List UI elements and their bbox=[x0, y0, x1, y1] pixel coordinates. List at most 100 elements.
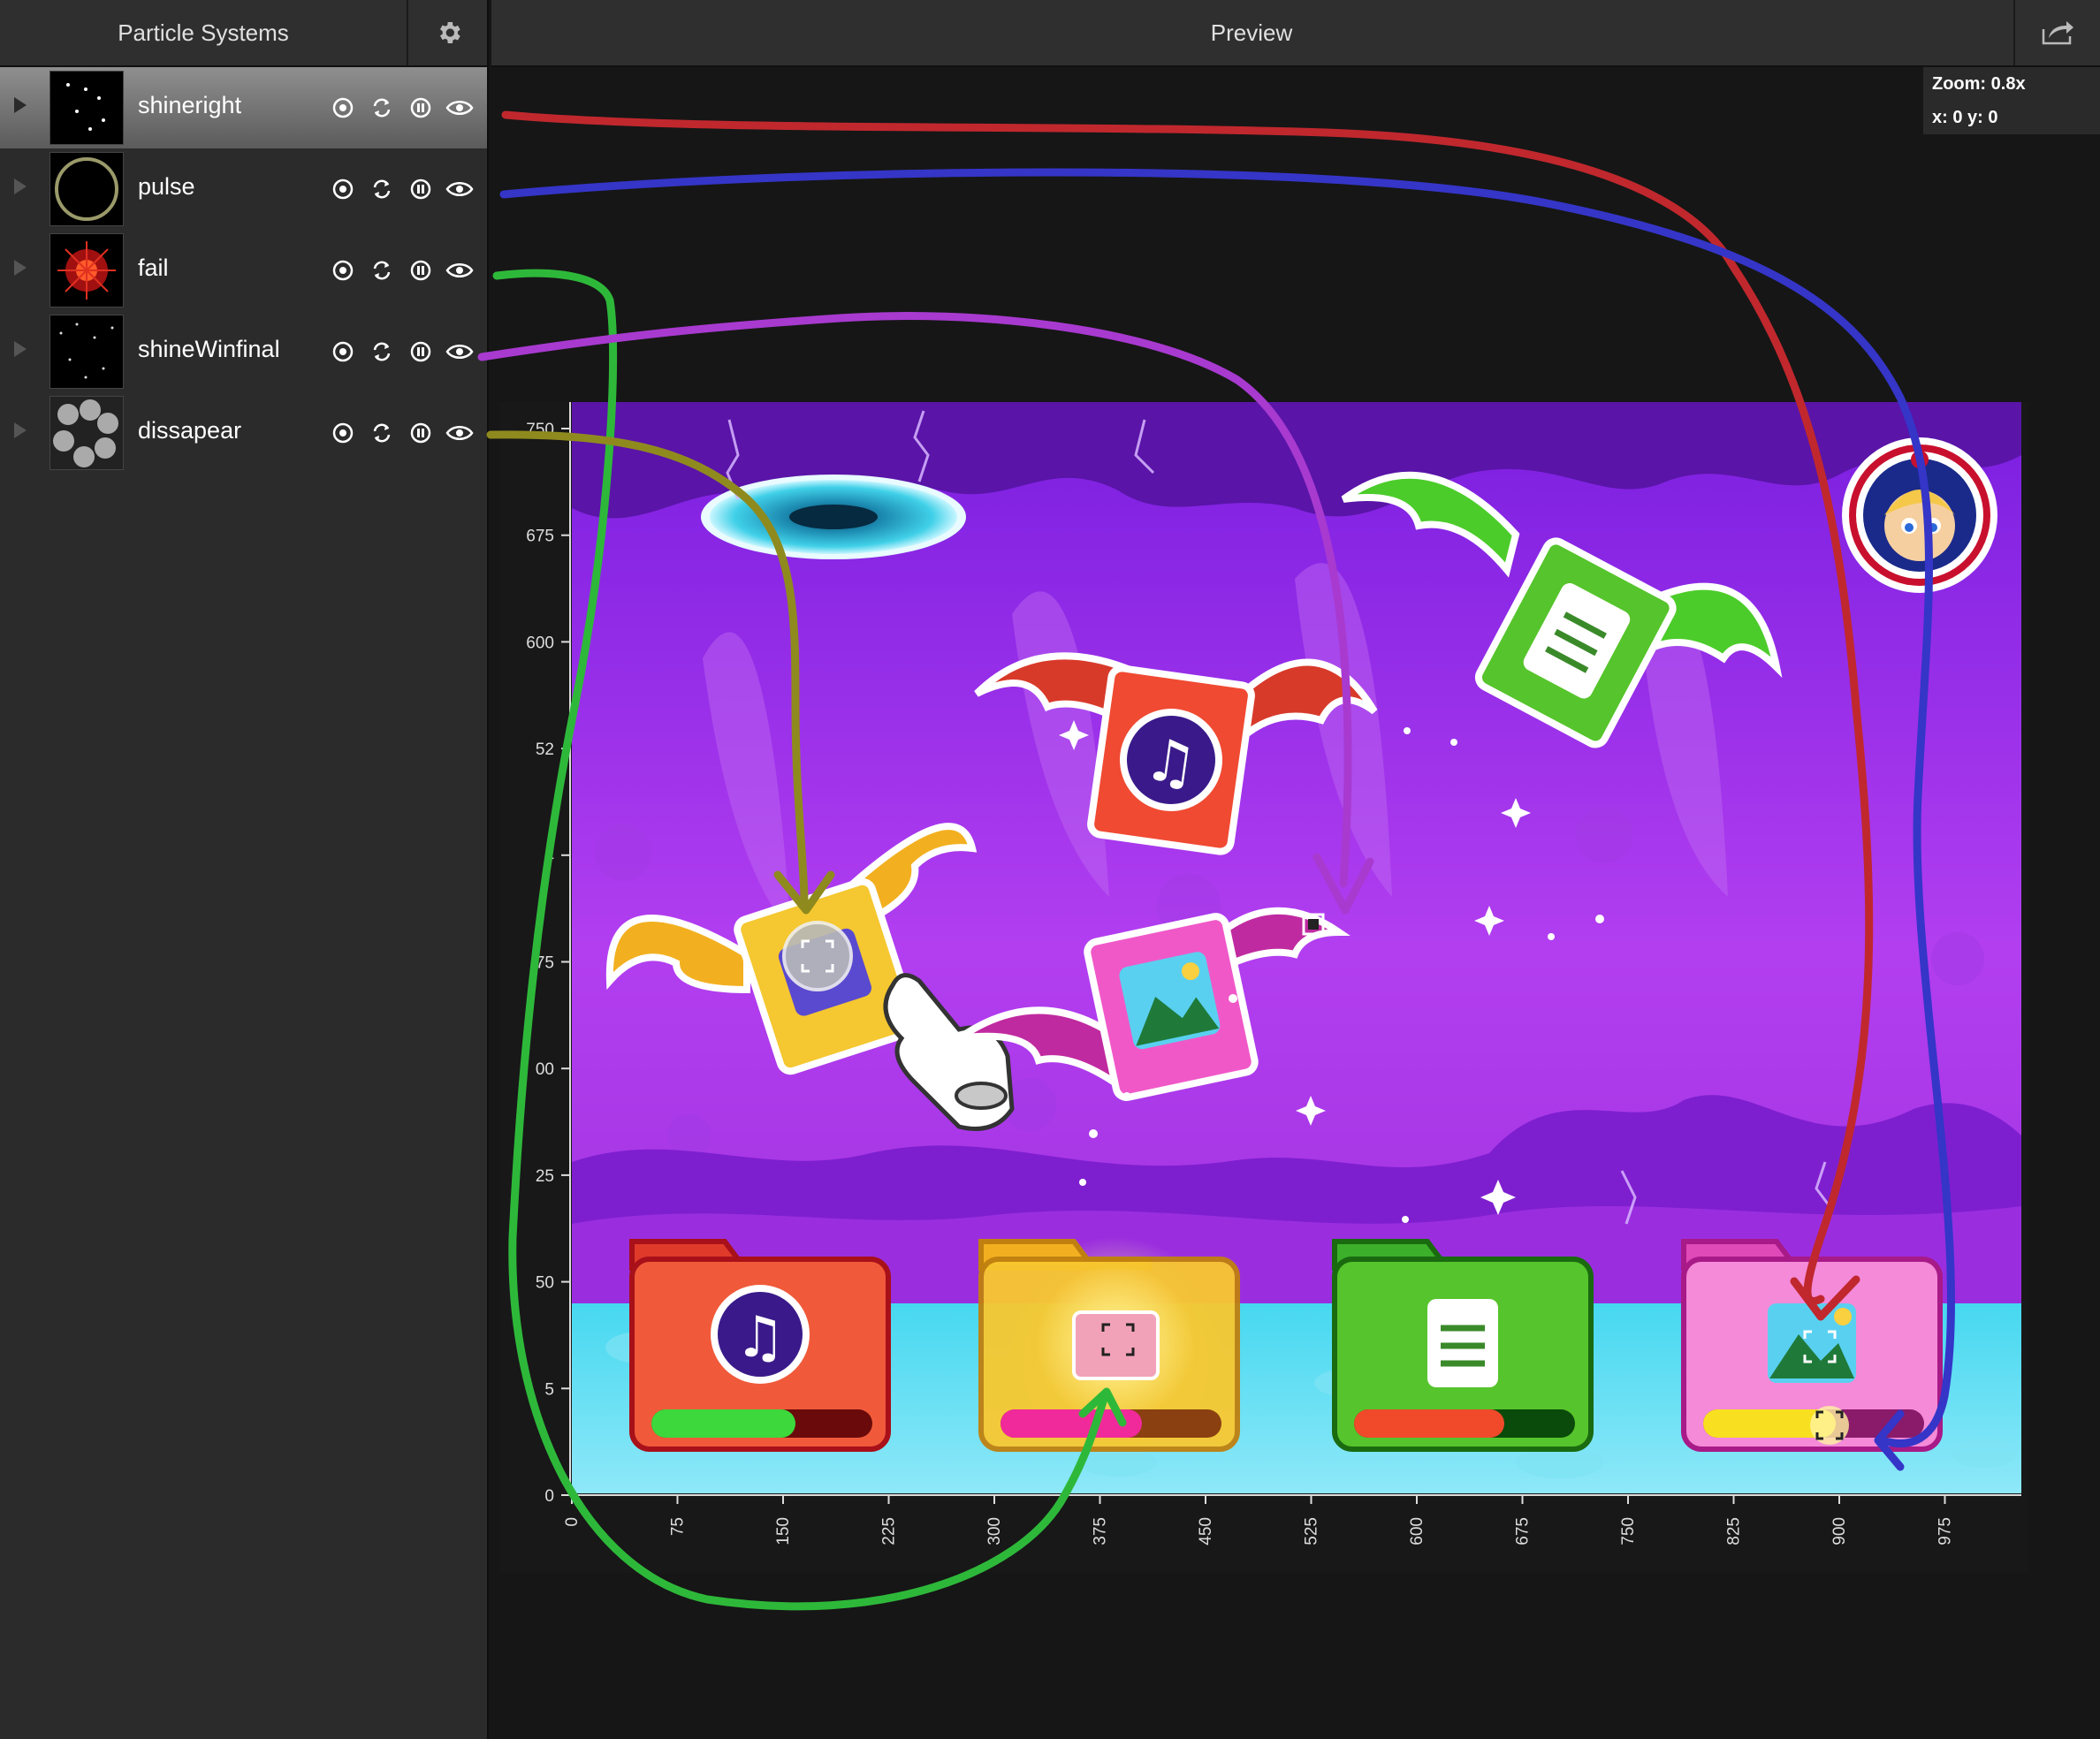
x-tick-label: 0 bbox=[563, 1517, 582, 1527]
svg-text:♫: ♫ bbox=[1140, 725, 1201, 799]
preview-header: Preview bbox=[491, 0, 2100, 67]
particle-system-controls bbox=[327, 173, 476, 205]
visibility-button[interactable] bbox=[444, 417, 476, 449]
character-avatar[interactable] bbox=[1842, 437, 1997, 593]
particle-system-name: fail bbox=[138, 254, 169, 281]
eye-icon bbox=[445, 263, 474, 277]
restart-button[interactable] bbox=[366, 173, 398, 205]
y-tick-label: 5 bbox=[544, 1380, 554, 1399]
eye-icon bbox=[445, 182, 474, 196]
particle-thumbnail bbox=[49, 152, 124, 226]
disclosure-triangle-icon[interactable] bbox=[14, 260, 27, 276]
x-tick-label: 300 bbox=[985, 1517, 1004, 1545]
particle-system-row[interactable]: dissapear bbox=[0, 392, 487, 474]
panel-header: Particle Systems bbox=[0, 0, 487, 67]
target-icon bbox=[332, 178, 354, 200]
folder-music[interactable]: ♫ bbox=[629, 1239, 891, 1452]
y-tick-label: 675 bbox=[526, 528, 554, 546]
particle-system-list: shineright pulse fail shineWinfinal diss… bbox=[0, 67, 487, 474]
particle-system-controls bbox=[327, 417, 476, 449]
restart-button[interactable] bbox=[366, 417, 398, 449]
eye-icon bbox=[445, 101, 474, 115]
x-tick-label: 900 bbox=[1830, 1517, 1849, 1545]
x-tick-label: 525 bbox=[1303, 1517, 1321, 1545]
zoom-info: Zoom: 0.8x x: 0 y: 0 bbox=[1923, 67, 2100, 134]
eye-icon bbox=[445, 345, 474, 359]
pause-icon bbox=[410, 178, 431, 200]
particle-system-name: shineWinfinal bbox=[138, 336, 280, 362]
particle-thumbnail bbox=[49, 71, 124, 145]
pause-button[interactable] bbox=[405, 173, 437, 205]
target-button[interactable] bbox=[327, 417, 359, 449]
target-icon bbox=[332, 341, 354, 362]
x-tick-label: 825 bbox=[1725, 1517, 1744, 1545]
folder-image[interactable] bbox=[1681, 1239, 1943, 1452]
particle-system-name: dissapear bbox=[138, 417, 242, 444]
disclosure-triangle-icon[interactable] bbox=[14, 422, 27, 438]
x-tick-label: 975 bbox=[1936, 1517, 1955, 1545]
particle-system-name: shineright bbox=[138, 92, 242, 118]
particle-system-row[interactable]: pulse bbox=[0, 148, 487, 230]
x-tick-label: 600 bbox=[1408, 1517, 1427, 1545]
share-button[interactable] bbox=[2013, 0, 2100, 65]
target-button[interactable] bbox=[327, 254, 359, 286]
particle-system-row[interactable]: shineright bbox=[0, 67, 487, 148]
zoom-readout: Zoom: 0.8x bbox=[1932, 74, 2026, 94]
refresh-icon bbox=[373, 98, 391, 118]
y-tick-label: 600 bbox=[526, 634, 554, 652]
particle-system-row[interactable]: shineWinfinal bbox=[0, 311, 487, 392]
y-tick-label: 75 bbox=[536, 954, 554, 973]
disclosure-triangle-icon[interactable] bbox=[14, 97, 27, 113]
portal bbox=[701, 475, 966, 559]
target-icon bbox=[332, 97, 354, 118]
visibility-button[interactable] bbox=[444, 92, 476, 124]
pause-button[interactable] bbox=[405, 254, 437, 286]
refresh-icon bbox=[373, 423, 391, 443]
x-tick-label: 75 bbox=[669, 1517, 688, 1536]
x-tick-label: 750 bbox=[1619, 1517, 1638, 1545]
preview-title: Preview bbox=[1210, 19, 1293, 46]
game-canvas[interactable]: ♫ ♫ 0 75 150 225 300 375 450 525 600 675… bbox=[499, 402, 2028, 1573]
particle-systems-panel: Particle Systems shineright pulse fail s… bbox=[0, 0, 489, 1739]
target-button[interactable] bbox=[327, 173, 359, 205]
restart-button[interactable] bbox=[366, 336, 398, 368]
visibility-button[interactable] bbox=[444, 173, 476, 205]
x-tick-label: 450 bbox=[1197, 1517, 1215, 1545]
disclosure-triangle-icon[interactable] bbox=[14, 341, 27, 357]
refresh-icon bbox=[373, 342, 391, 361]
x-tick-label: 375 bbox=[1092, 1517, 1110, 1545]
y-tick-label: 50 bbox=[536, 1274, 554, 1293]
y-tick-label: 52 bbox=[536, 740, 554, 759]
preview-stage[interactable]: ♫ ♫ 0 75 150 225 300 375 450 525 600 675… bbox=[499, 402, 2028, 1573]
y-tick-label: 00 bbox=[536, 1060, 554, 1079]
particle-thumbnail bbox=[49, 396, 124, 470]
visibility-button[interactable] bbox=[444, 254, 476, 286]
x-tick-label: 225 bbox=[880, 1517, 899, 1545]
pause-button[interactable] bbox=[405, 92, 437, 124]
eye-icon bbox=[445, 426, 474, 440]
refresh-icon bbox=[373, 261, 391, 280]
disclosure-triangle-icon[interactable] bbox=[14, 178, 27, 194]
restart-button[interactable] bbox=[366, 254, 398, 286]
restart-button[interactable] bbox=[366, 92, 398, 124]
particle-system-row[interactable]: fail bbox=[0, 230, 487, 311]
pause-button[interactable] bbox=[405, 417, 437, 449]
folder-video[interactable] bbox=[978, 1237, 1240, 1452]
pause-button[interactable] bbox=[405, 336, 437, 368]
pause-icon bbox=[410, 260, 431, 281]
y-tick-label: 0 bbox=[544, 1487, 554, 1506]
target-icon bbox=[332, 422, 354, 444]
y-tick-label: 4 bbox=[544, 847, 554, 866]
particle-system-controls bbox=[327, 92, 476, 124]
folder-document[interactable] bbox=[1332, 1239, 1594, 1452]
x-tick-label: 675 bbox=[1514, 1517, 1533, 1545]
particle-system-name: pulse bbox=[138, 173, 195, 200]
visibility-button[interactable] bbox=[444, 336, 476, 368]
y-tick-label: 750 bbox=[526, 421, 554, 439]
settings-button[interactable] bbox=[407, 0, 489, 65]
target-button[interactable] bbox=[327, 92, 359, 124]
particle-system-controls bbox=[327, 336, 476, 368]
pause-icon bbox=[410, 341, 431, 362]
target-button[interactable] bbox=[327, 336, 359, 368]
pause-icon bbox=[410, 97, 431, 118]
